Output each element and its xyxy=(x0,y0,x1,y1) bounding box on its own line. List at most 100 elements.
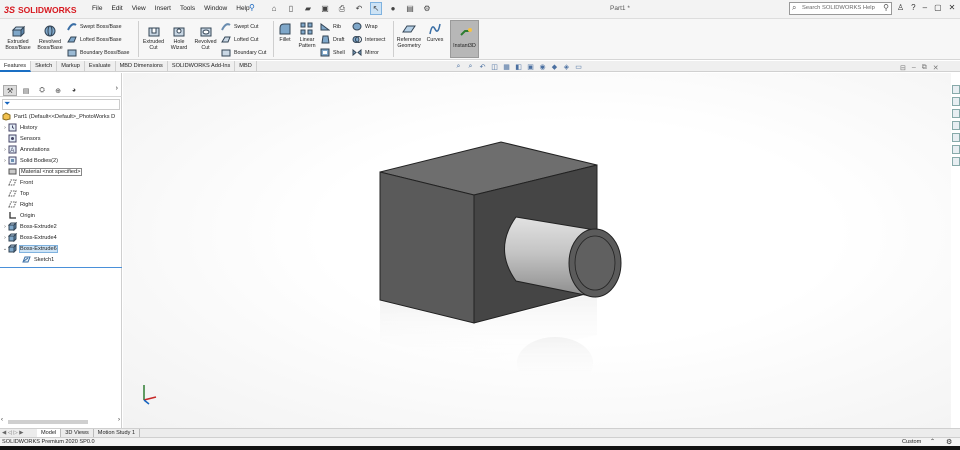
tree-item-boss-extrude6[interactable]: ⌄ Boss-Extrude6 xyxy=(2,243,58,254)
search-icon[interactable]: ⚲ xyxy=(883,3,889,12)
select-cursor-icon[interactable]: ↖ xyxy=(370,2,382,15)
lofted-boss-button[interactable]: Lofted Boss/Base xyxy=(67,35,122,44)
new-document-icon[interactable]: ▯ xyxy=(285,2,297,15)
swept-boss-button[interactable]: Swept Boss/Base xyxy=(67,22,122,31)
boundary-cut-button[interactable]: Boundary Cut xyxy=(221,48,266,57)
scroll-left-icon[interactable]: ‹ xyxy=(1,417,3,423)
tab-mbd[interactable]: MBD xyxy=(235,61,257,72)
feature-tree-filter-input[interactable]: ⏷ xyxy=(2,99,120,110)
tab-markup[interactable]: Markup xyxy=(57,61,85,72)
menu-view[interactable]: View xyxy=(132,5,146,12)
apply-scene-icon[interactable]: ◈ xyxy=(562,63,571,71)
view-orientation-icon[interactable]: ◧ xyxy=(514,63,523,71)
shell-button[interactable]: Shell xyxy=(320,48,345,57)
lofted-cut-button[interactable]: Lofted Cut xyxy=(221,35,258,44)
tab-mbd-dimensions[interactable]: MBD Dimensions xyxy=(116,61,168,72)
user-icon[interactable]: ♙ xyxy=(897,3,904,12)
rebuild-icon[interactable]: ● xyxy=(387,2,399,15)
task-pane-design-library-icon[interactable] xyxy=(952,97,960,106)
options-gear-icon[interactable]: ⚙ xyxy=(421,2,433,15)
tree-item-material[interactable]: Material <not specified> xyxy=(8,166,83,177)
document-restore-icon[interactable]: ⧉ xyxy=(922,64,927,72)
feature-tree-tab-icon[interactable]: ⚒ xyxy=(3,85,17,96)
menu-file[interactable]: File xyxy=(92,5,102,12)
edit-appearance-icon[interactable]: ◆ xyxy=(550,63,559,71)
open-folder-icon[interactable]: ▰ xyxy=(302,2,314,15)
tile-view-icon[interactable]: ⊟ xyxy=(900,64,906,72)
tree-item-history[interactable]: › History xyxy=(2,122,37,133)
revolved-cut-button[interactable]: Revolved Cut xyxy=(192,24,219,51)
view-settings-icon[interactable]: ▭ xyxy=(574,63,583,71)
maximize-icon[interactable]: ▢ xyxy=(934,3,942,12)
tab-features[interactable]: Features xyxy=(0,61,32,72)
task-pane-forum-icon[interactable] xyxy=(952,157,960,166)
previous-view-icon[interactable]: ↶ xyxy=(478,63,487,71)
boundary-boss-button[interactable]: Boundary Boss/Base xyxy=(67,48,129,57)
tree-item-front-plane[interactable]: Front xyxy=(8,177,33,188)
document-close-icon[interactable]: ✕ xyxy=(933,64,939,72)
tree-item-annotations[interactable]: › A Annotations xyxy=(2,144,50,155)
menu-tools[interactable]: Tools xyxy=(180,5,195,12)
hide-show-items-icon[interactable]: ◉ xyxy=(538,63,547,71)
help-search-input[interactable]: ⌕ Search SOLIDWORKS Help ⚲ xyxy=(789,2,892,15)
help-question-icon[interactable]: ? xyxy=(911,3,915,12)
task-pane-view-palette-icon[interactable] xyxy=(952,121,960,130)
task-pane-custom-properties-icon[interactable] xyxy=(952,145,960,154)
menu-edit[interactable]: Edit xyxy=(111,5,122,12)
extruded-boss-button[interactable]: Extruded Boss/Base xyxy=(3,24,33,51)
save-icon[interactable]: ▣ xyxy=(319,2,331,15)
configuration-manager-tab-icon[interactable]: ⛭ xyxy=(35,85,49,96)
task-pane-resources-icon[interactable] xyxy=(952,85,960,94)
dynamic-annotation-icon[interactable]: ▦ xyxy=(502,63,511,71)
file-properties-icon[interactable]: ▤ xyxy=(404,2,416,15)
tree-item-sensors[interactable]: Sensors xyxy=(8,133,41,144)
close-icon[interactable]: ✕ xyxy=(949,3,956,12)
tree-item-boss-extrude2[interactable]: › Boss-Extrude2 xyxy=(2,221,57,232)
rollback-bar[interactable] xyxy=(0,267,122,268)
rib-button[interactable]: Rib xyxy=(320,22,341,31)
tab-motion-study-1[interactable]: Motion Study 1 xyxy=(94,429,141,437)
revolved-boss-button[interactable]: Revolved Boss/Base xyxy=(35,24,65,51)
tree-item-sketch1[interactable]: Sketch1 xyxy=(22,254,54,265)
hole-wizard-button[interactable]: Hole Wizard xyxy=(168,24,190,51)
minimize-icon[interactable]: – xyxy=(923,3,927,12)
scroll-thumb[interactable] xyxy=(8,420,88,424)
menu-insert[interactable]: Insert xyxy=(155,5,171,12)
wrap-button[interactable]: Wrap xyxy=(352,22,378,31)
intersect-button[interactable]: Intersect xyxy=(352,35,385,44)
property-manager-tab-icon[interactable]: ▤ xyxy=(19,85,33,96)
task-pane-appearances-icon[interactable] xyxy=(952,133,960,142)
zoom-area-icon[interactable]: ⌕ xyxy=(466,63,475,71)
mirror-button[interactable]: Mirror xyxy=(352,48,379,57)
tab-3d-views[interactable]: 3D Views xyxy=(61,429,94,437)
curves-button[interactable]: Curves xyxy=(425,22,445,43)
linear-pattern-button[interactable]: Linear Pattern xyxy=(296,22,318,49)
dimxpert-tab-icon[interactable]: ⊕ xyxy=(51,85,65,96)
quick-tips-icon[interactable]: ⚙ xyxy=(946,438,952,446)
display-style-icon[interactable]: ▣ xyxy=(526,63,535,71)
reference-geometry-button[interactable]: Reference Geometry xyxy=(395,22,423,49)
tree-item-origin[interactable]: Origin xyxy=(8,210,35,221)
draft-button[interactable]: Draft xyxy=(320,35,344,44)
tree-root-part[interactable]: Part1 (Default<<Default>_PhotoWorks D xyxy=(2,111,115,122)
scroll-right-icon[interactable]: › xyxy=(118,417,120,423)
tree-item-right-plane[interactable]: Right xyxy=(8,199,33,210)
chevron-right-icon[interactable]: › xyxy=(116,85,118,92)
section-view-icon[interactable]: ◫ xyxy=(490,63,499,71)
tab-navigation-arrows[interactable]: ◀ ◁ ▷ ▶ xyxy=(0,429,37,437)
document-minimize-icon[interactable]: – xyxy=(912,64,916,72)
menu-window[interactable]: Window xyxy=(204,5,227,12)
undo-icon[interactable]: ↶ xyxy=(353,2,365,15)
feature-tree-scrollbar[interactable]: ‹ › xyxy=(0,417,122,426)
unit-system-selector[interactable]: Custom xyxy=(902,439,921,445)
solidworks-logo[interactable]: 3S SOLIDWORKS xyxy=(4,3,77,17)
display-manager-tab-icon[interactable]: ◕ xyxy=(67,85,81,96)
instant3d-button[interactable]: Instant3D xyxy=(450,20,479,58)
home-icon[interactable]: ⌂ xyxy=(268,2,280,15)
model-viewport[interactable] xyxy=(123,73,951,428)
swept-cut-button[interactable]: Swept Cut xyxy=(221,22,258,31)
tree-item-boss-extrude4[interactable]: › Boss-Extrude4 xyxy=(2,232,57,243)
tab-model[interactable]: Model xyxy=(37,429,62,437)
fillet-button[interactable]: Fillet xyxy=(276,22,294,43)
task-pane-file-explorer-icon[interactable] xyxy=(952,109,960,118)
